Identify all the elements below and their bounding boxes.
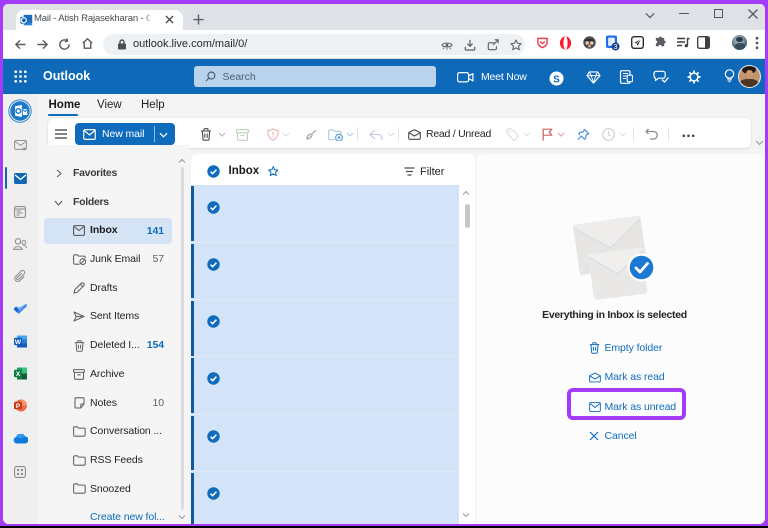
svg-text:3: 3 [613,42,617,51]
svg-text:S: S [553,74,560,85]
svg-text:W: W [14,338,21,345]
svg-text:P: P [15,403,20,410]
svg-text:X: X [15,371,20,378]
